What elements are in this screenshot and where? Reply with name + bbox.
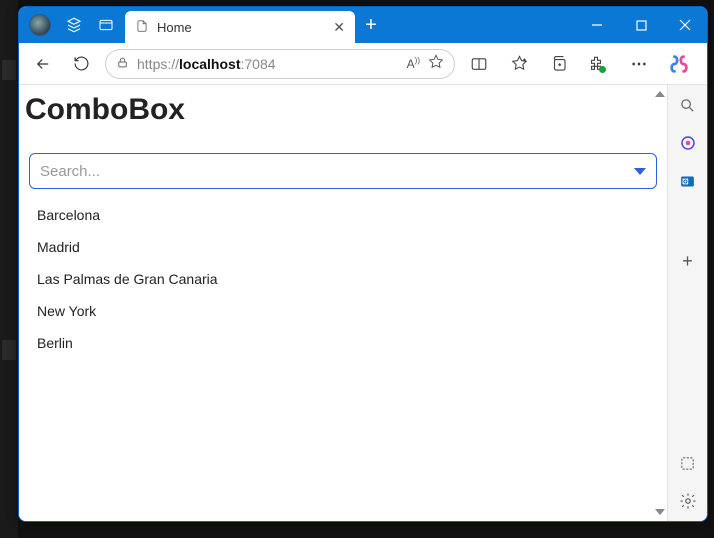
browser-sidebar: + [667, 85, 707, 521]
settings-icon[interactable] [678, 491, 698, 511]
combobox[interactable] [29, 153, 657, 189]
back-button[interactable] [29, 50, 57, 78]
profile-avatar[interactable] [29, 14, 51, 36]
minimize-button[interactable] [575, 7, 619, 43]
combobox-options: Barcelona Madrid Las Palmas de Gran Cana… [19, 195, 667, 363]
close-tab-icon[interactable]: ✕ [333, 19, 345, 36]
new-tab-button[interactable]: + [355, 7, 387, 43]
page-content: ComboBox Barcelona Madrid Las Palmas de … [19, 85, 667, 521]
address-bar[interactable]: https://localhost:7084 A)) [105, 49, 455, 79]
extensions-icon[interactable] [585, 50, 613, 78]
option-item[interactable]: Las Palmas de Gran Canaria [19, 263, 667, 295]
page-title: ComboBox [19, 85, 667, 143]
outlook-icon[interactable] [678, 171, 698, 191]
workspaces-icon[interactable] [65, 16, 83, 34]
split-screen-icon[interactable] [465, 50, 493, 78]
lock-icon [116, 56, 129, 72]
read-aloud-icon[interactable]: A)) [407, 56, 420, 71]
option-item[interactable]: New York [19, 295, 667, 327]
copilot-icon[interactable] [665, 50, 693, 78]
screenshot-icon[interactable] [678, 453, 698, 473]
scroll-up-icon[interactable] [655, 91, 665, 97]
search-icon[interactable] [678, 95, 698, 115]
page-icon [135, 19, 149, 36]
option-item[interactable]: Barcelona [19, 199, 667, 231]
tab-actions-icon[interactable] [97, 16, 115, 34]
refresh-button[interactable] [67, 50, 95, 78]
browser-tab[interactable]: Home ✕ [125, 11, 355, 43]
option-item[interactable]: Berlin [19, 327, 667, 359]
titlebar: Home ✕ + [19, 7, 707, 43]
more-icon[interactable]: ⋯ [625, 50, 653, 78]
combobox-input[interactable] [40, 163, 634, 180]
add-sidebar-icon[interactable]: + [678, 251, 698, 271]
chevron-down-icon[interactable] [634, 168, 646, 175]
favorite-icon[interactable] [428, 54, 444, 73]
close-window-button[interactable] [663, 7, 707, 43]
editor-gutter [0, 0, 18, 538]
toolbar: https://localhost:7084 A)) ⋯ [19, 43, 707, 85]
url-text: https://localhost:7084 [137, 56, 399, 72]
tab-title: Home [157, 20, 325, 35]
browser-window: Home ✕ + https:// [18, 6, 708, 522]
option-item[interactable]: Madrid [19, 231, 667, 263]
collections-icon[interactable] [545, 50, 573, 78]
copilot-sidebar-icon[interactable] [678, 133, 698, 153]
maximize-button[interactable] [619, 7, 663, 43]
scroll-down-icon[interactable] [655, 509, 665, 515]
favorites-icon[interactable] [505, 50, 533, 78]
